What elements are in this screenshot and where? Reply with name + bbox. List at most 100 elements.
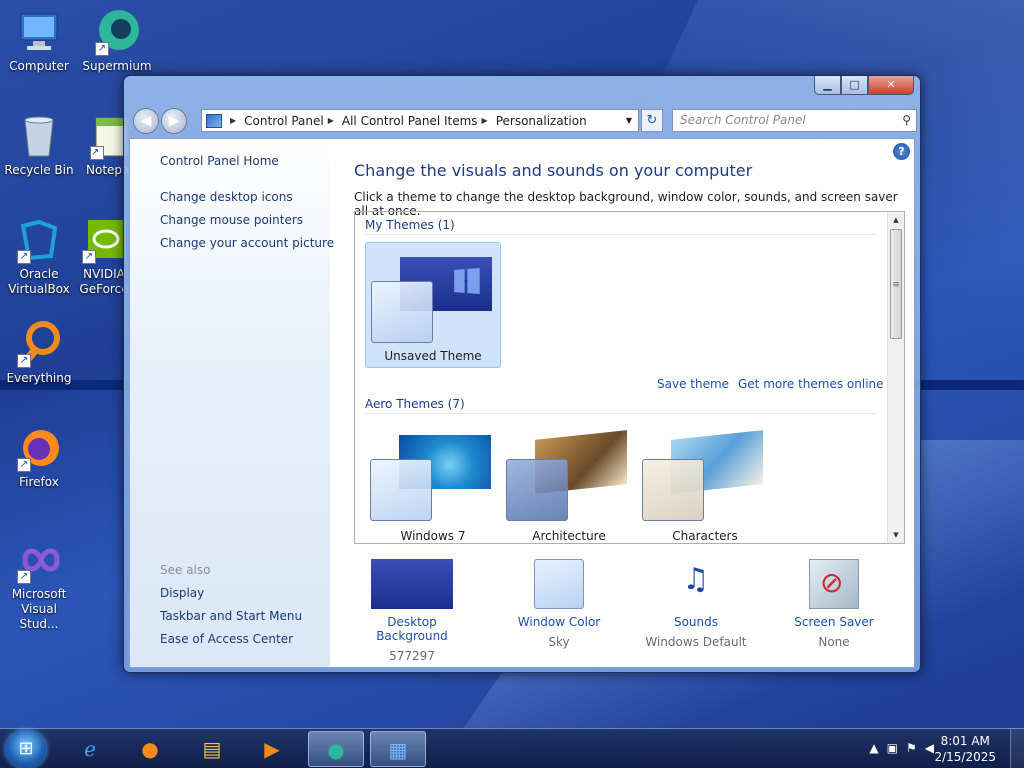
nvidia-icon: ↗ [80,216,128,264]
display-link[interactable]: Display [160,586,204,600]
control-panel-home-link[interactable]: Control Panel Home [160,154,279,168]
theme-list-scrollbar[interactable]: ▲ ≡ ▼ [887,212,904,543]
desktop-icon-visual-studio[interactable]: ↗ Microsoft Visual Stud... [0,536,78,632]
maximize-button[interactable]: □ [841,76,868,95]
visual-studio-icon: ↗ [15,536,63,584]
theme-unsaved[interactable]: Unsaved Theme [365,242,501,368]
setting-name[interactable]: Screen Saver [774,615,894,629]
theme-name: Windows 7 [400,529,466,543]
search-input[interactable]: Search Control Panel ⚲ [672,109,917,132]
firefox-taskbar-icon[interactable]: ● [122,731,178,767]
clock-date: 2/15/2025 [934,750,996,764]
desktop-icon-label: Oracle VirtualBox [8,267,70,296]
theme-name: Unsaved Theme [384,349,482,363]
window-controls: ▁ □ ✕ [814,76,914,95]
theme-preview-glass [506,459,568,521]
file-explorer-icon[interactable]: ▤ [184,731,240,767]
desktop-icon-everything[interactable]: ↗ Everything [0,320,78,386]
window-color-icon [534,559,584,609]
system-tray: ▲▣⚑◀ [869,741,942,755]
show-hidden-icons-icon[interactable]: ▲ [869,741,886,755]
theme-architecture[interactable]: Architecture [501,421,637,543]
search-placeholder: Search Control Panel [680,113,806,127]
ease-of-access-link[interactable]: Ease of Access Center [160,632,293,646]
control-panel-taskbar-icon[interactable]: ▦ [370,731,426,767]
breadcrumb-chevron-icon[interactable]: ▶ [328,116,334,125]
see-also-heading: See also [160,563,211,577]
desktop-icon-label: Firefox [19,475,59,489]
page-title: Change the visuals and sounds on your co… [354,161,753,180]
window-color-setting[interactable]: Window Color Sky [499,559,619,649]
help-icon[interactable]: ? [893,143,910,160]
theme-list: My Themes (1) Unsaved Theme Save theme G… [354,211,905,544]
screen-saver-icon [809,559,859,609]
theme-name: Architecture [532,529,606,543]
forward-button[interactable]: ▶ [161,108,187,134]
left-task-pane: Control Panel Home Change desktop icons … [130,139,334,667]
theme-windows-7[interactable]: Windows 7 [365,421,501,543]
action-center-flag-icon[interactable]: ⚑ [906,741,925,755]
taskbar: ⊞ ℯ ● ▤ ▶ ● ▦ ▲▣⚑◀ 8:01 AM 2/15/2025 [0,728,1024,768]
recycle-bin-icon [15,112,63,160]
desktop-icon-supermium[interactable]: ↗ Supermium [78,8,156,74]
sounds-icon: ♫ [682,562,710,597]
setting-value: 577297 [389,649,435,663]
shortcut-arrow-icon: ↗ [17,458,31,472]
setting-name[interactable]: Window Color [499,615,619,629]
computer-icon [15,8,63,56]
setting-name[interactable]: Sounds [636,615,756,629]
desktop-icon-label: Recycle Bin [4,163,74,177]
internet-explorer-icon[interactable]: ℯ [62,731,118,767]
breadcrumb-chevron-icon[interactable]: ▶ [230,116,236,125]
show-desktop-button[interactable] [1010,729,1024,768]
desktop-icon-recycle-bin[interactable]: Recycle Bin [0,112,78,178]
supermium-taskbar-icon[interactable]: ● [308,731,364,767]
clock[interactable]: 8:01 AM 2/15/2025 [934,733,996,765]
change-account-picture-link[interactable]: Change your account picture [160,236,334,250]
theme-name: Characters [672,529,738,543]
refresh-button[interactable]: ↻ [641,109,663,132]
theme-characters[interactable]: Characters [637,421,773,543]
theme-settings-row: Desktop Background 577297 Window Color S… [354,559,905,663]
everything-icon: ↗ [15,320,63,368]
section-divider [365,413,876,414]
desktop-icon-virtualbox[interactable]: ↗ Oracle VirtualBox [0,216,78,297]
setting-name[interactable]: Desktop Background [352,615,472,643]
start-button[interactable]: ⊞ [6,730,46,768]
shortcut-arrow-icon: ↗ [95,42,109,56]
theme-preview-glass [371,281,433,343]
shortcut-arrow-icon: ↗ [17,354,31,368]
desktop-icon-computer[interactable]: Computer [0,8,78,74]
my-themes-heading: My Themes (1) [365,218,455,232]
minimize-button[interactable]: ▁ [814,76,841,95]
sounds-setting[interactable]: ♫ Sounds Windows Default [636,559,756,649]
breadcrumb-all-items[interactable]: All Control Panel Items [342,114,478,128]
setting-value: None [818,635,850,649]
shortcut-arrow-icon: ↗ [17,250,31,264]
address-bar[interactable]: ▶ Control Panel ▶ All Control Panel Item… [201,109,639,132]
get-more-themes-link[interactable]: Get more themes online [738,377,884,391]
scroll-up-icon[interactable]: ▲ [888,212,904,228]
virtualbox-icon: ↗ [15,216,63,264]
screen-saver-setting[interactable]: Screen Saver None [774,559,894,649]
network-icon[interactable]: ▣ [887,741,906,755]
scroll-down-icon[interactable]: ▼ [888,527,904,543]
breadcrumb-control-panel[interactable]: Control Panel [244,114,324,128]
change-desktop-icons-link[interactable]: Change desktop icons [160,190,293,204]
content-area: Control Panel Home Change desktop icons … [129,138,915,668]
desktop-icon-firefox[interactable]: ↗ Firefox [0,424,78,490]
taskbar-start-menu-link[interactable]: Taskbar and Start Menu [160,609,302,623]
media-player-icon[interactable]: ▶ [244,731,300,767]
shortcut-arrow-icon: ↗ [17,570,31,584]
close-button[interactable]: ✕ [868,76,914,95]
breadcrumb-personalization[interactable]: Personalization [496,114,587,128]
back-button[interactable]: ◀ [133,108,159,134]
address-dropdown-icon[interactable]: ▼ [620,116,638,125]
desktop-background-setting[interactable]: Desktop Background 577297 [352,559,472,663]
save-theme-link[interactable]: Save theme [657,377,729,391]
search-icon[interactable]: ⚲ [902,110,911,131]
scroll-thumb[interactable]: ≡ [890,229,902,339]
breadcrumb-chevron-icon[interactable]: ▶ [482,116,488,125]
change-mouse-pointers-link[interactable]: Change mouse pointers [160,213,303,227]
personalization-window: ▁ □ ✕ ◀ ▶ ▶ Control Panel ▶ All Control … [123,75,921,673]
